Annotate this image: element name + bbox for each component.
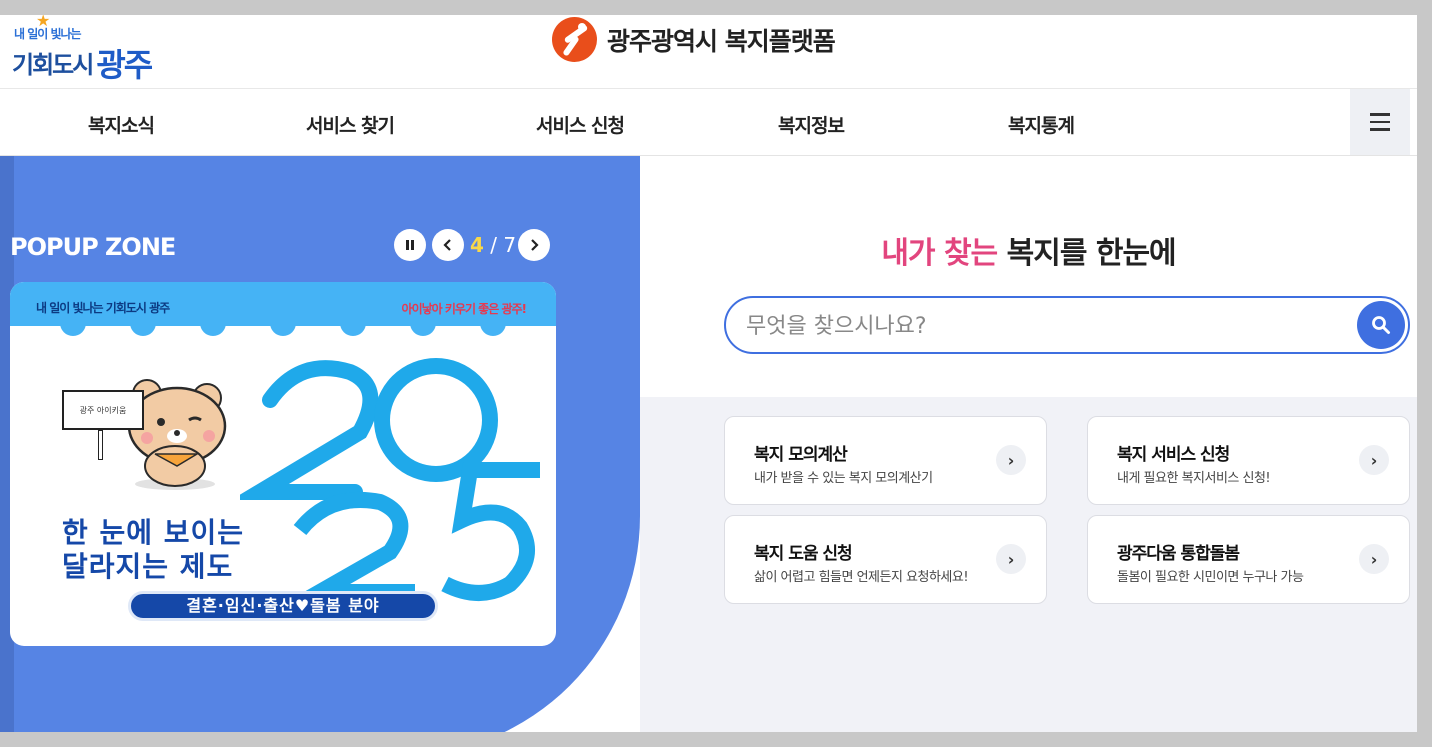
slide-separator: / xyxy=(490,233,498,257)
search-button[interactable] xyxy=(1357,301,1405,349)
search-box xyxy=(724,296,1410,354)
banner-slogan: 아이낳아 키우기 좋은 광주! xyxy=(401,302,527,316)
chevron-right-icon: › xyxy=(996,544,1026,574)
search-input[interactable] xyxy=(746,310,1346,342)
pause-icon xyxy=(406,240,414,250)
chevron-right-icon: › xyxy=(1359,445,1389,475)
card-title: 복지 모의계산 xyxy=(754,445,848,465)
card-welfare-service-apply[interactable]: 복지 서비스 신청 내게 필요한 복지서비스 신청! › xyxy=(1087,416,1410,505)
total-slides: 7 xyxy=(503,233,517,257)
next-slide-button[interactable] xyxy=(518,229,550,261)
search-icon xyxy=(1372,316,1390,334)
main-nav: 복지소식 서비스 찾기 서비스 신청 복지정보 복지통계 xyxy=(0,89,1417,156)
card-integrated-care[interactable]: 광주다움 통합돌봄 돌봄이 필요한 시민이면 누구나 가능 › xyxy=(1087,515,1410,604)
hero-title-rest: 복지를 한눈에 xyxy=(997,236,1177,271)
year-2025-graphic: 20 25 xyxy=(240,352,540,601)
platform-emblem-icon xyxy=(552,17,597,62)
banner-line-2: 달라지는 제도 xyxy=(62,550,234,583)
current-slide: 4 xyxy=(470,233,484,257)
chevron-right-icon xyxy=(531,239,539,251)
nav-item-apply-service[interactable]: 서비스 신청 xyxy=(536,111,625,138)
pause-button[interactable] xyxy=(394,229,426,261)
chevron-right-icon: › xyxy=(1359,544,1389,574)
sign-text: 광주 아이키움 xyxy=(79,405,127,415)
popup-banner[interactable]: 내 일이 빛나는 기회도시 광주 아이낳아 키우기 좋은 광주! 광주 아이키움… xyxy=(10,282,556,646)
card-welfare-help-request[interactable]: 복지 도움 신청 삶이 어렵고 힘들면 언제든지 요청하세요! › xyxy=(724,515,1047,604)
mascot-sign: 광주 아이키움 xyxy=(62,390,144,430)
browser-viewport: ★ 내 일이 빛나는 기회도시 광주 광주광역시 복지플랫폼 복지소식 서비스 찾… xyxy=(0,15,1417,732)
card-welfare-calculator[interactable]: 복지 모의계산 내가 받을 수 있는 복지 모의계산기 › xyxy=(724,416,1047,505)
hamburger-menu-icon[interactable] xyxy=(1350,89,1410,155)
card-desc: 돌봄이 필요한 시민이면 누구나 가능 xyxy=(1117,570,1304,585)
chevron-left-icon xyxy=(443,239,451,251)
nav-item-find-service[interactable]: 서비스 찾기 xyxy=(306,111,395,138)
card-title: 광주다움 통합돌봄 xyxy=(1117,544,1240,564)
prev-slide-button[interactable] xyxy=(432,229,464,261)
chevron-right-icon: › xyxy=(996,445,1026,475)
popup-zone-title: POPUP ZONE xyxy=(10,233,176,261)
hero-title-highlight: 내가 찾는 xyxy=(881,236,998,271)
site-title: 광주광역시 복지플랫폼 xyxy=(607,26,836,56)
card-title: 복지 서비스 신청 xyxy=(1117,445,1230,465)
nav-item-welfare-stats[interactable]: 복지통계 xyxy=(1008,111,1075,138)
slide-counter: 4 / 7 xyxy=(470,233,516,257)
nav-item-welfare-info[interactable]: 복지정보 xyxy=(778,111,845,138)
card-desc: 내가 받을 수 있는 복지 모의계산기 xyxy=(754,471,933,486)
logo-text: 기회도시 광주 xyxy=(12,46,153,84)
banner-brand: 내 일이 빛나는 기회도시 광주 xyxy=(36,301,170,315)
card-desc: 삶이 어렵고 힘들면 언제든지 요청하세요! xyxy=(754,570,969,585)
card-title: 복지 도움 신청 xyxy=(754,544,853,564)
year-bottom: 25 xyxy=(240,352,242,353)
platform-logo[interactable]: 광주광역시 복지플랫폼 xyxy=(552,17,836,62)
site-header: ★ 내 일이 빛나는 기회도시 광주 광주광역시 복지플랫폼 xyxy=(0,15,1417,89)
card-desc: 내게 필요한 복지서비스 신청! xyxy=(1117,471,1271,486)
gwangju-city-logo[interactable]: ★ 내 일이 빛나는 기회도시 광주 xyxy=(12,15,182,84)
hero-title: 내가 찾는 복지를 한눈에 xyxy=(640,228,1417,272)
nav-item-welfare-news[interactable]: 복지소식 xyxy=(88,111,155,138)
banner-category-pill: 결혼·임신·출산♥돌봄 분야 xyxy=(128,591,438,621)
